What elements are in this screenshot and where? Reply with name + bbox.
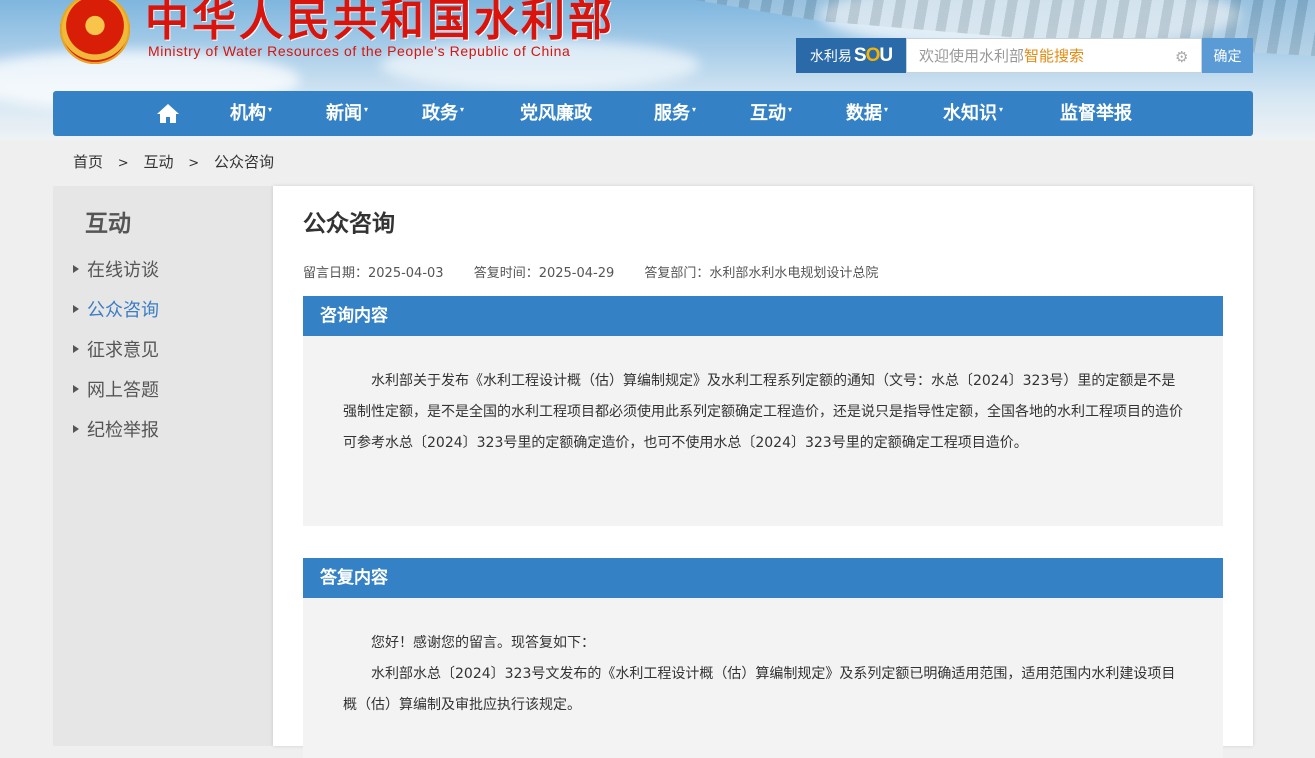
answer-heading: 答复内容	[303, 558, 1223, 598]
consult-meta: 留言日期：2025-04-03 答复时间：2025-04-29 答复部门：水利部…	[303, 262, 904, 281]
gear-icon[interactable]: ⚙	[1175, 50, 1189, 65]
page-title: 公众咨询	[303, 211, 395, 237]
search-placeholder-prefix: 欢迎使用水利部	[919, 48, 1025, 65]
triangle-right-icon	[73, 385, 79, 393]
breadcrumb-home[interactable]: 首页	[73, 153, 103, 171]
breadcrumb-hudong[interactable]: 互动	[143, 153, 173, 171]
reply-time: 答复时间：2025-04-29	[473, 266, 615, 281]
search-bar: 水利易 SOU 欢迎使用水利部 智能搜索 ⚙ 确定	[796, 38, 1253, 73]
nav-item-dangfeng[interactable]: 党风廉政	[520, 91, 592, 136]
answer-body: 您好！感谢您的留言。现答复如下： 水利部水总〔2024〕323号文发布的《水利工…	[303, 598, 1223, 758]
triangle-right-icon	[73, 345, 79, 353]
home-icon[interactable]	[156, 103, 180, 124]
sidebar-item-zhengqiu[interactable]: 征求意见	[73, 336, 159, 376]
triangle-right-icon	[73, 305, 79, 313]
question-paragraph: 水利部关于发布《水利工程设计概（估）算编制规定》及水利工程系列定额的通知（文号：…	[343, 373, 1183, 451]
nav-item-jiandu[interactable]: 监督举报	[1060, 91, 1132, 136]
breadcrumb-current[interactable]: 公众咨询	[214, 153, 274, 171]
search-submit-button[interactable]: 确定	[1202, 38, 1253, 73]
breadcrumb-separator: >	[188, 156, 200, 171]
sidebar-title: 互动	[85, 211, 131, 237]
search-brand-logo: SOU	[853, 44, 893, 66]
triangle-right-icon	[73, 265, 79, 273]
site-title[interactable]: 中华人民共和国水利部	[145, 0, 615, 48]
sidebar: 互动 在线访谈 公众咨询 征求意见 网上答题 纪检举报	[53, 186, 273, 746]
answer-paragraph: 水利部水总〔2024〕323号文发布的《水利工程设计概（估）算编制规定》及系列定…	[343, 666, 1176, 713]
search-brand-label: 水利易	[809, 47, 852, 64]
nav-item-fuwu[interactable]: 服务 ▾	[654, 91, 696, 136]
question-body: 水利部关于发布《水利工程设计概（估）算编制规定》及水利工程系列定额的通知（文号：…	[303, 336, 1223, 526]
sidebar-item-gongzhong[interactable]: 公众咨询	[73, 296, 159, 336]
nav-item-zhengwu[interactable]: 政务 ▾	[422, 91, 464, 136]
triangle-right-icon	[73, 425, 79, 433]
sidebar-menu: 在线访谈 公众咨询 征求意见 网上答题 纪检举报	[73, 256, 159, 456]
breadcrumb-separator: >	[117, 156, 129, 171]
answer-paragraph: 您好！感谢您的留言。现答复如下：	[371, 635, 595, 651]
nav-item-xinwen[interactable]: 新闻 ▾	[326, 91, 368, 136]
sidebar-item-jijian[interactable]: 纪检举报	[73, 416, 159, 456]
breadcrumb: 首页 > 互动 > 公众咨询	[73, 151, 274, 172]
sidebar-item-datai[interactable]: 网上答题	[73, 376, 159, 416]
site-subtitle: Ministry of Water Resources of the Peopl…	[148, 43, 571, 59]
nav-item-hudong[interactable]: 互动 ▾	[750, 91, 792, 136]
message-date: 留言日期：2025-04-03	[303, 266, 444, 281]
question-heading: 咨询内容	[303, 296, 1223, 336]
nav-item-shuizhishi[interactable]: 水知识 ▾	[943, 91, 1003, 136]
nav-item-jigou[interactable]: 机构 ▾	[230, 91, 272, 136]
search-placeholder-highlight: 智能搜索	[1024, 48, 1085, 65]
search-brand: 水利易 SOU	[796, 38, 906, 73]
search-input[interactable]: 欢迎使用水利部 智能搜索 ⚙	[906, 38, 1202, 73]
sidebar-item-zaixian[interactable]: 在线访谈	[73, 256, 159, 296]
main-nav: 机构 ▾ 新闻 ▾ 政务 ▾ 党风廉政 服务 ▾ 互动 ▾ 数据 ▾ 水知识 ▾ 监督举报	[53, 91, 1253, 136]
nav-item-shuju[interactable]: 数据 ▾	[846, 91, 888, 136]
reply-dept: 答复部门：水利部水利水电规划设计总院	[644, 266, 879, 281]
main-content: 公众咨询 留言日期：2025-04-03 答复时间：2025-04-29 答复部…	[273, 186, 1253, 758]
